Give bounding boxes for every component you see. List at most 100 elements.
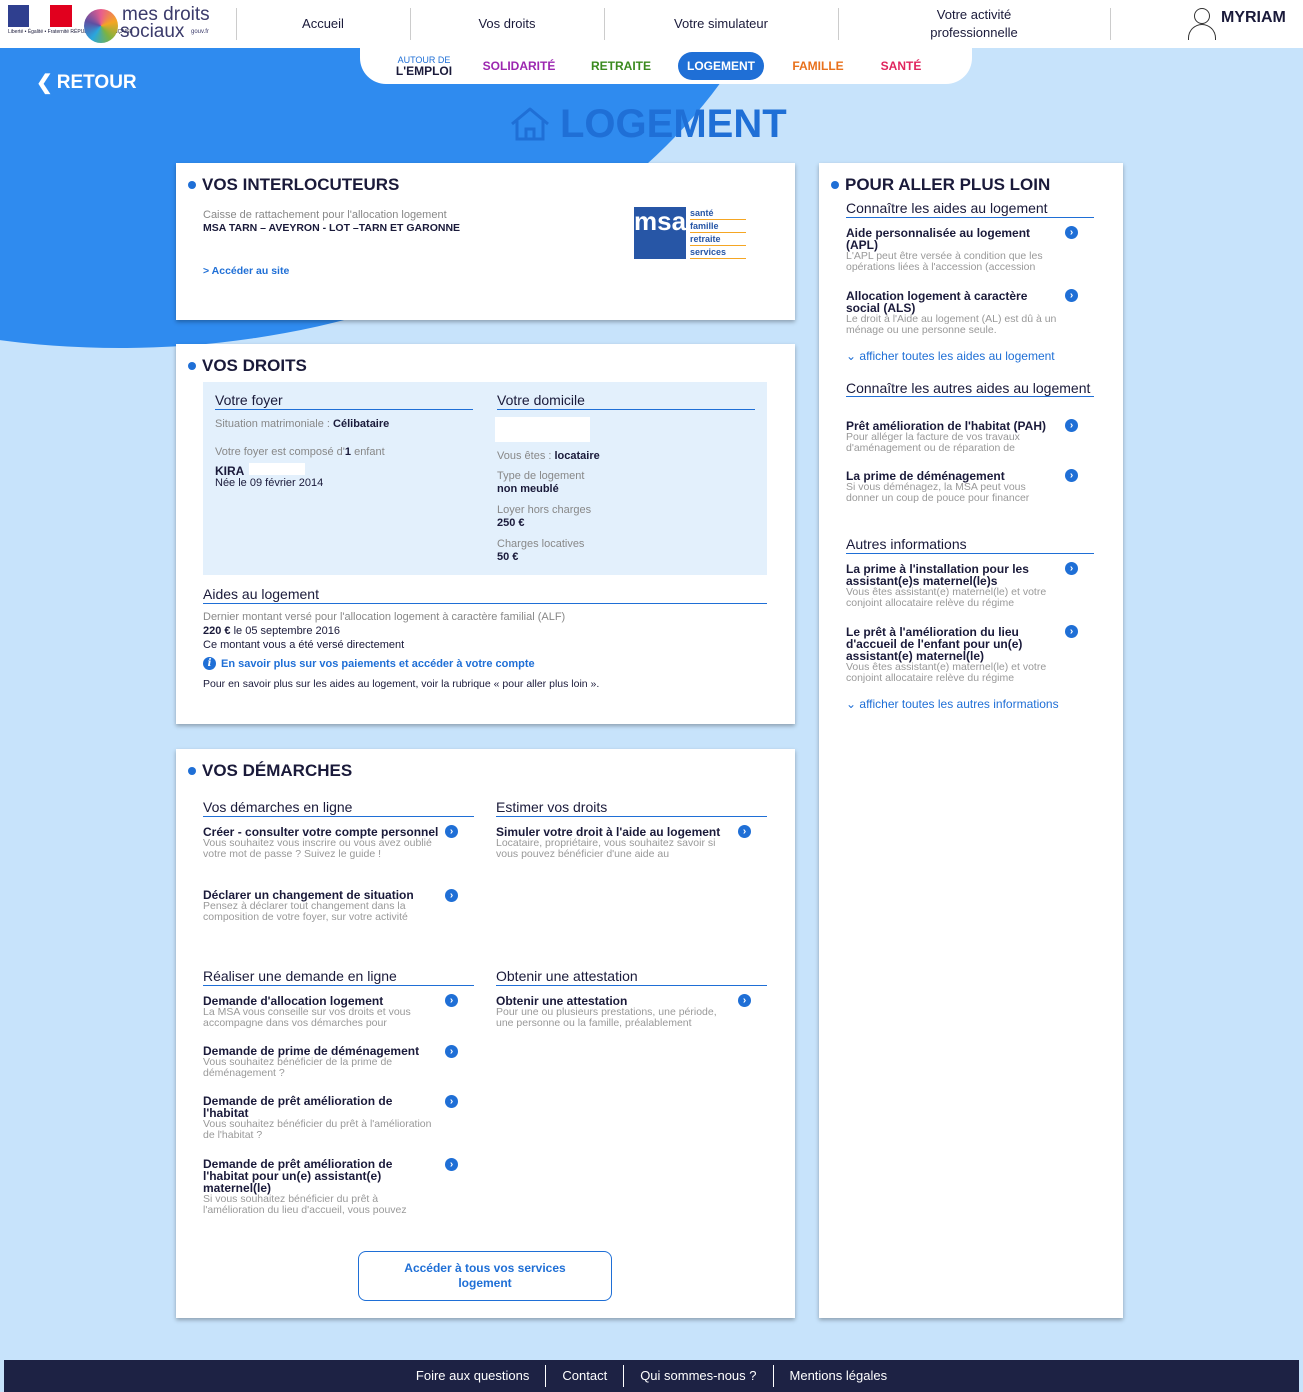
situation-row: Situation matrimoniale : Célibataire [215, 418, 390, 430]
attestation-heading: Obtenir une attestation [496, 968, 767, 986]
chevron-down-icon: ⌄ [846, 349, 860, 363]
montant-row: 220 € le 05 septembre 2016 [203, 625, 340, 637]
nav-simulateur[interactable]: Votre simulateur [604, 0, 838, 48]
tab-logement[interactable]: LOGEMENT [678, 52, 764, 80]
list-item[interactable]: La prime à l'installation pour les assis… [846, 563, 1060, 609]
all-services-button[interactable]: Accéder à tous vos services logement [358, 1251, 612, 1301]
chevron-right-circle-icon[interactable]: › [445, 825, 458, 838]
more-info-text: Pour en savoir plus sur les aides au log… [203, 678, 600, 690]
redacted-block [495, 417, 590, 442]
show-all-infos-link[interactable]: ⌄ afficher toutes les autres information… [846, 697, 1059, 711]
aides-heading: Aides au logement [203, 586, 767, 604]
caisse-caption: Caisse de rattachement pour l'allocation… [203, 209, 447, 221]
nav-accueil[interactable]: Accueil [236, 0, 410, 48]
vous-etes-row: Vous êtes : locataire [497, 450, 600, 462]
list-item[interactable]: Prêt amélioration de l'habitat (PAH) Pou… [846, 420, 1060, 454]
tab-retraite[interactable]: RETRAITE [586, 48, 656, 84]
aides-logement-heading: Connaître les aides au logement [846, 200, 1094, 218]
tab-solidarite[interactable]: SOLIDARITÉ [478, 48, 560, 84]
realiser-heading: Réaliser une demande en ligne [203, 968, 474, 986]
chevron-right-circle-icon[interactable]: › [445, 1095, 458, 1108]
republique-francaise-logo[interactable]: Liberté • Égalité • Fraternité RÉPUBLIQU… [8, 5, 133, 43]
interlocuteurs-card: VOS INTERLOCUTEURS Caisse de rattachemen… [176, 163, 795, 320]
list-item[interactable]: Allocation logement à caractère social (… [846, 290, 1060, 336]
item-desc: Vous souhaitez bénéficier du prêt à l'am… [203, 1118, 432, 1141]
tab-sante[interactable]: SANTÉ [874, 48, 928, 84]
nav-divider [1110, 8, 1111, 40]
chevron-right-circle-icon[interactable]: › [445, 1158, 458, 1171]
footer: Foire aux questions Contact Qui sommes-n… [4, 1360, 1299, 1392]
show-all-aides-link[interactable]: ⌄ afficher toutes les aides au logement [846, 349, 1055, 363]
item-title: Allocation logement à caractère social (… [846, 289, 1028, 315]
foyer-composition: Votre foyer est composé d'1 enfant [215, 446, 385, 458]
demarches-card: VOS DÉMARCHES Vos démarches en ligne Est… [176, 749, 795, 1318]
chevron-right-circle-icon[interactable]: › [445, 1045, 458, 1058]
item-desc: Si vous déménagez, la MSA peut vous donn… [846, 481, 1030, 504]
chevron-right-circle-icon[interactable]: › [738, 825, 751, 838]
redacted-block [249, 463, 305, 475]
chevron-right-circle-icon[interactable]: › [1065, 226, 1078, 239]
brand-circle-icon [84, 9, 118, 43]
user-menu[interactable]: MYRIAM [1187, 6, 1286, 42]
footer-contact-link[interactable]: Contact [546, 1365, 625, 1387]
item-title: Demande de prêt amélioration de l'habita… [203, 1157, 393, 1195]
msa-logo-line: retraite [690, 233, 746, 246]
footer-about-link[interactable]: Qui sommes-nous ? [624, 1365, 774, 1387]
list-item[interactable]: Simuler votre droit à l'aide au logement… [496, 826, 734, 860]
mes-droits-sociaux-logo[interactable]: mes droits sociaux gouv.fr [84, 4, 224, 44]
list-item[interactable]: Demande de prime de déménagement Vous so… [203, 1045, 443, 1079]
autres-aides-heading: Connaître les autres aides au logement [846, 381, 1094, 397]
list-item[interactable]: Le prêt à l'amélioration du lieu d'accue… [846, 626, 1060, 684]
domicile-heading: Votre domicile [497, 392, 755, 410]
access-site-link[interactable]: > Accéder au site [203, 265, 289, 277]
page-title: LOGEMENT [508, 100, 787, 148]
brand-suffix: gouv.fr [191, 29, 209, 35]
chevron-right-circle-icon[interactable]: › [1065, 562, 1078, 575]
item-desc: Le droit à l'Aide au logement (AL) est d… [846, 313, 1057, 336]
payments-info-link[interactable]: i En savoir plus sur vos paiements et ac… [203, 657, 535, 670]
list-item[interactable]: Demande de prêt amélioration de l'habita… [203, 1095, 433, 1141]
item-title: La prime à l'installation pour les assis… [846, 562, 1029, 588]
list-item[interactable]: Créer - consulter votre compte personnel… [203, 826, 443, 860]
item-desc: Locataire, propriétaire, vous souhaitez … [496, 837, 716, 860]
msa-logo-line: services [690, 246, 746, 259]
demarches-title: VOS DÉMARCHES [188, 761, 352, 781]
list-item[interactable]: Demande d'allocation logement La MSA vou… [203, 995, 443, 1029]
estimer-heading: Estimer vos droits [496, 799, 767, 817]
child-name: KIRA [215, 464, 245, 478]
item-title: Aide personnalisée au logement (APL) [846, 226, 1031, 252]
chevron-right-circle-icon[interactable]: › [1065, 419, 1078, 432]
chevron-right-circle-icon[interactable]: › [1065, 289, 1078, 302]
page-title-text: LOGEMENT [560, 101, 787, 146]
chevron-right-circle-icon[interactable]: › [1065, 469, 1078, 482]
list-item[interactable]: La prime de déménagement Si vous déménag… [846, 470, 1060, 504]
chevron-right-circle-icon[interactable]: › [445, 994, 458, 1007]
brand-line2: sociaux [120, 21, 185, 42]
tab-famille[interactable]: FAMILLE [788, 48, 848, 84]
caisse-name: MSA TARN – AVEYRON - LOT –TARN ET GARONN… [203, 222, 461, 234]
tab-emploi[interactable]: AUTOUR DE L'EMPLOI [384, 48, 464, 84]
item-title: Demande de prêt amélioration de l'habita… [203, 1094, 393, 1120]
droits-summary-box: Votre foyer Situation matrimoniale : Cél… [203, 382, 767, 575]
item-desc: Pour une ou plusieurs prestations, une p… [496, 1006, 717, 1029]
back-button[interactable]: ❮ RETOUR [36, 70, 137, 95]
footer-faq-link[interactable]: Foire aux questions [400, 1365, 547, 1387]
nav-activite-professionnelle[interactable]: Votre activité professionnelle [900, 0, 1048, 48]
nav-vos-droits[interactable]: Vos droits [410, 0, 604, 48]
list-item[interactable]: Obtenir une attestation Pour une ou plus… [496, 995, 734, 1029]
bullet-icon [188, 362, 196, 370]
list-item[interactable]: Déclarer un changement de situation Pens… [203, 889, 443, 923]
chevron-right-circle-icon[interactable]: › [1065, 625, 1078, 638]
item-title: Le prêt à l'amélioration du lieu d'accue… [846, 625, 1023, 663]
chevron-right-circle-icon[interactable]: › [445, 889, 458, 902]
nav-divider [838, 8, 839, 40]
list-item[interactable]: Demande de prêt amélioration de l'habita… [203, 1158, 433, 1216]
item-desc: Vous êtes assistant(e) maternel(le) et v… [846, 586, 1047, 609]
footer-legal-link[interactable]: Mentions légales [774, 1365, 904, 1387]
list-item[interactable]: Aide personnalisée au logement (APL) L'A… [846, 227, 1060, 273]
type-label: Type de logement [497, 470, 585, 482]
loyer-value: 250 € [497, 517, 525, 529]
type-value: non meublé [497, 483, 559, 495]
user-icon [1187, 6, 1217, 40]
chevron-right-circle-icon[interactable]: › [738, 994, 751, 1007]
